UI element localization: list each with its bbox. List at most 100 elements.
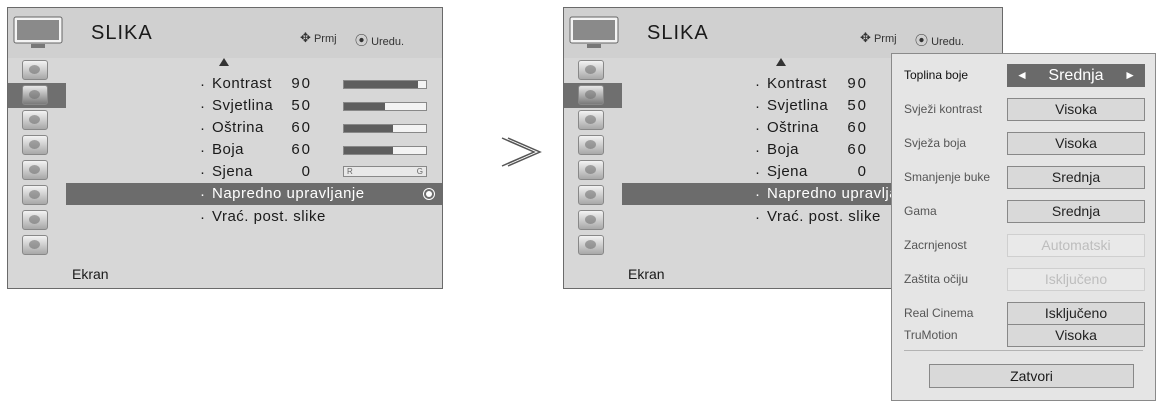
popup-row-fresh-contrast: Svježi kontrast Visoka xyxy=(892,98,1155,122)
ok-icon: ⦿ xyxy=(355,33,369,48)
menu-item-tint[interactable]: · Sjena 0 R G xyxy=(66,161,442,183)
menu-item-color[interactable]: · Boja 60 xyxy=(66,139,442,161)
option-tab-icon xyxy=(22,160,48,180)
sidebar-item-input[interactable] xyxy=(564,208,622,233)
popup-row-label: TruMotion xyxy=(904,328,958,342)
ok-hint: ⦿ Uredu. xyxy=(915,33,965,48)
sidebar-item-usb[interactable] xyxy=(8,233,66,258)
screen-tab-icon xyxy=(22,85,48,105)
sidebar-item-lock[interactable] xyxy=(8,183,66,208)
sidebar-item-input[interactable] xyxy=(8,208,66,233)
popup-row-label: Gama xyxy=(904,204,937,218)
trumotion-button[interactable]: Visoka xyxy=(1007,324,1145,347)
time-tab-icon xyxy=(578,135,604,155)
sidebar-item-option[interactable] xyxy=(8,158,66,183)
picture-tab-icon xyxy=(22,60,48,80)
lock-tab-icon xyxy=(22,185,48,205)
level-bar[interactable] xyxy=(343,102,427,111)
ok-icon: ⦿ xyxy=(915,33,929,48)
eye-care-button: Isključeno xyxy=(1007,268,1145,291)
popup-row-label: Real Cinema xyxy=(904,306,974,320)
usb-tab-icon xyxy=(22,235,48,255)
menu-header: SLIKA ✥ Prmj ⦿ Uredu. xyxy=(8,8,442,58)
menu-item-value: 50 xyxy=(847,97,868,114)
lock-tab-icon xyxy=(578,185,604,205)
real-cinema-button[interactable]: Isključeno xyxy=(1007,302,1145,325)
popup-row-label: Svježi kontrast xyxy=(904,102,983,116)
menu-item-label: Oštrina xyxy=(767,119,819,136)
color-temperature-selector[interactable]: ◄ Srednja ► xyxy=(1007,64,1145,87)
menu-item-label: Oštrina xyxy=(212,119,264,136)
menu-item-picture-reset[interactable]: · Vrać. post. slike xyxy=(66,206,442,228)
gamma-button[interactable]: Srednja xyxy=(1007,200,1145,223)
popup-row-gamma: Gama Srednja xyxy=(892,200,1155,224)
sidebar-item-picture[interactable] xyxy=(564,58,622,83)
menu-item-contrast[interactable]: · Kontrast 90 xyxy=(66,73,442,95)
sidebar-item-time[interactable] xyxy=(8,133,66,158)
menu-item-value: 60 xyxy=(291,119,312,136)
tint-bar[interactable]: R G xyxy=(343,166,427,177)
move-hint: ✥ Prmj xyxy=(300,30,337,45)
sidebar-item-screen[interactable] xyxy=(564,83,622,108)
menu-item-label: Kontrast xyxy=(212,75,272,92)
menu-item-value: 90 xyxy=(291,75,312,92)
menu-title: SLIKA xyxy=(647,22,709,44)
fresh-contrast-button[interactable]: Visoka xyxy=(1007,98,1145,121)
popup-row-label: Svježa boja xyxy=(904,136,967,150)
input-tab-icon xyxy=(22,210,48,230)
menu-item-label: Boja xyxy=(212,141,245,158)
picture-tab-icon xyxy=(578,60,604,80)
popup-row-noise-reduction: Smanjenje buke Srednja xyxy=(892,166,1155,190)
arrow-right-icon[interactable]: ► xyxy=(1124,65,1136,86)
menu-item-sharpness[interactable]: · Oštrina 60 xyxy=(66,117,442,139)
sidebar-item-lock[interactable] xyxy=(564,183,622,208)
close-button[interactable]: Zatvori xyxy=(929,364,1134,388)
scroll-up-icon[interactable] xyxy=(776,58,786,66)
popup-row-label: Toplina boje xyxy=(904,68,969,82)
level-bar[interactable] xyxy=(343,146,427,155)
sidebar-item-audio[interactable] xyxy=(564,108,622,133)
screen-tab-icon xyxy=(578,85,604,105)
menu-item-advanced-control[interactable]: · Napredno upravljanje xyxy=(66,183,442,205)
menu-item-value: 60 xyxy=(847,119,868,136)
enter-radio-icon xyxy=(423,188,435,200)
sidebar-item-screen[interactable] xyxy=(8,83,66,108)
menu-item-label: Svjetlina xyxy=(212,97,274,114)
menu-sidebar xyxy=(564,58,622,288)
ok-hint: ⦿ Uredu. xyxy=(355,33,405,48)
move-icon: ✥ xyxy=(300,30,311,45)
popup-row-label: Zacrnjenost xyxy=(904,238,967,252)
popup-row-black-level: Zacrnjenost Automatski xyxy=(892,234,1155,258)
menu-item-label: Sjena xyxy=(767,163,808,180)
arrow-left-icon[interactable]: ◄ xyxy=(1016,65,1028,86)
input-tab-icon xyxy=(578,210,604,230)
level-bar[interactable] xyxy=(343,124,427,133)
sidebar-item-time[interactable] xyxy=(564,133,622,158)
sidebar-item-usb[interactable] xyxy=(564,233,622,258)
menu-footer: Ekran xyxy=(72,266,109,282)
noise-reduction-button[interactable]: Srednja xyxy=(1007,166,1145,189)
time-tab-icon xyxy=(22,135,48,155)
menu-item-label: Napredno upravljanje xyxy=(212,185,365,202)
popup-row-label: Smanjenje buke xyxy=(904,170,991,184)
level-bar[interactable] xyxy=(343,80,427,89)
sidebar-item-audio[interactable] xyxy=(8,108,66,133)
popup-row-trumotion: TruMotion Visoka xyxy=(892,324,1155,348)
menu-item-brightness[interactable]: · Svjetlina 50 xyxy=(66,95,442,117)
popup-divider xyxy=(904,350,1143,351)
menu-item-label: Kontrast xyxy=(767,75,827,92)
menu-item-label: Sjena xyxy=(212,163,253,180)
menu-content: · Kontrast 90 · Svjetlina 50 · Oštrina 6… xyxy=(66,58,442,288)
menu-footer: Ekran xyxy=(628,266,665,282)
move-hint: ✥ Prmj xyxy=(860,30,897,45)
popup-row-eye-care: Zaštita očiju Isključeno xyxy=(892,268,1155,292)
menu-title: SLIKA xyxy=(91,22,153,44)
menu-item-value: 0 xyxy=(301,163,312,180)
sidebar-item-picture[interactable] xyxy=(8,58,66,83)
fresh-color-button[interactable]: Visoka xyxy=(1007,132,1145,155)
advanced-control-popup: Toplina boje ◄ Srednja ► Svježi kontrast… xyxy=(891,53,1156,401)
sidebar-item-option[interactable] xyxy=(564,158,622,183)
scroll-up-icon[interactable] xyxy=(219,58,229,66)
tv-icon xyxy=(13,16,63,48)
menu-sidebar xyxy=(8,58,66,288)
